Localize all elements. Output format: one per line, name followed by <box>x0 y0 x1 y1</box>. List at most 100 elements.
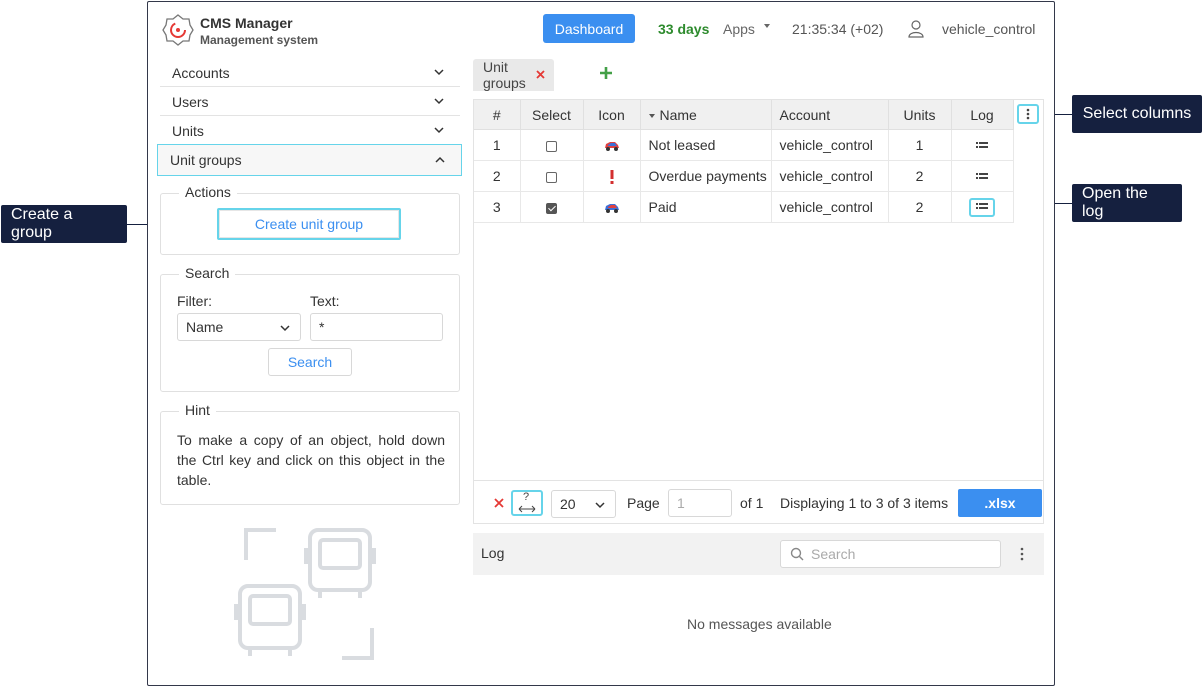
page-size-value: 20 <box>560 496 576 512</box>
actions-panel: Actions Create unit group <box>160 184 460 255</box>
col-header-log[interactable]: Log <box>951 100 1014 130</box>
chevron-down-icon <box>595 502 605 509</box>
unit-groups-table: # Select Icon Name Account Units Log 1 N… <box>473 99 1044 524</box>
caret-down-icon[interactable] <box>764 24 770 28</box>
page-size-select[interactable]: 20 <box>551 490 616 518</box>
cell-icon <box>583 191 641 223</box>
log-search-input[interactable]: Search <box>780 540 1001 568</box>
col-header-name-label: Name <box>659 106 697 123</box>
actions-legend: Actions <box>179 184 237 200</box>
fit-columns-button[interactable]: ? <box>511 490 543 516</box>
table-header-row: # Select Icon Name Account Units Log <box>474 100 1014 130</box>
search-icon <box>790 547 804 561</box>
cell-name: Paid <box>640 191 772 223</box>
callout-open-log: Open the log <box>1072 184 1182 222</box>
col-header-select[interactable]: Select <box>520 100 584 130</box>
select-columns-button[interactable] <box>1017 104 1039 124</box>
col-header-units[interactable]: Units <box>888 100 952 130</box>
search-panel: Search Filter: Text: Name * Search <box>160 265 460 392</box>
row-checkbox[interactable] <box>546 171 557 183</box>
cell-select[interactable] <box>520 129 584 161</box>
cell-number: 3 <box>474 191 521 223</box>
search-text-input[interactable]: * <box>310 313 443 341</box>
chevron-down-icon <box>434 69 444 76</box>
row-checkbox-checked[interactable] <box>546 202 557 214</box>
cell-select[interactable] <box>520 160 584 192</box>
chevron-down-icon <box>434 98 444 105</box>
cell-name: Overdue payments <box>640 160 772 192</box>
car-icon <box>604 142 619 152</box>
cell-log[interactable] <box>951 129 1014 161</box>
callout-create-group: Create a group <box>1 205 127 243</box>
callout-select-columns: Select columns <box>1072 95 1202 133</box>
filter-select[interactable]: Name <box>177 313 301 341</box>
table-row[interactable]: 1 Not leased vehicle_control 1 <box>474 129 1014 161</box>
fit-columns-question: ? <box>523 491 530 503</box>
arrows-horizontal-icon <box>518 505 536 513</box>
displaying-info: Displaying 1 to 3 of 3 items <box>780 495 949 511</box>
kebab-menu-icon <box>1026 108 1030 120</box>
nav-item-unit-groups[interactable]: Unit groups <box>157 144 462 176</box>
nav-item-units[interactable]: Units <box>160 117 460 145</box>
log-list-icon[interactable] <box>976 202 988 212</box>
cell-number: 1 <box>474 129 521 161</box>
log-title: Log <box>481 545 505 561</box>
nav-item-label: Unit groups <box>170 152 242 168</box>
sort-desc-icon <box>648 113 655 118</box>
cell-log[interactable] <box>951 160 1014 192</box>
kebab-menu-icon[interactable] <box>1016 546 1028 562</box>
days-remaining: 33 days <box>658 21 710 37</box>
app-window: CMS Manager Management system Dashboard … <box>147 1 1055 686</box>
table-row[interactable]: 3 Paid vehicle_control 2 <box>474 191 1014 223</box>
data-grid: # Select Icon Name Account Units Log 1 N… <box>474 100 1014 223</box>
cell-icon <box>583 160 641 192</box>
cell-units: 2 <box>888 160 952 192</box>
log-empty-message: No messages available <box>687 616 832 632</box>
search-button[interactable]: Search <box>268 348 352 376</box>
cell-icon <box>583 129 641 161</box>
create-unit-group-button[interactable]: Create unit group <box>217 208 401 240</box>
nav-item-label: Accounts <box>172 64 230 81</box>
filter-select-value: Name <box>186 319 224 335</box>
cell-number: 2 <box>474 160 521 192</box>
hint-panel: Hint To make a copy of an object, hold d… <box>160 402 460 505</box>
close-icon[interactable] <box>535 69 546 80</box>
nav-item-label: Units <box>172 122 204 139</box>
open-log-button[interactable] <box>969 197 995 217</box>
col-header-number[interactable]: # <box>474 100 521 130</box>
dashboard-button[interactable]: Dashboard <box>543 14 635 43</box>
cell-log[interactable] <box>951 191 1014 223</box>
chevron-down-icon <box>280 325 290 332</box>
log-list-icon[interactable] <box>976 141 988 151</box>
username[interactable]: vehicle_control <box>942 21 1035 37</box>
cell-account: vehicle_control <box>771 191 889 223</box>
row-checkbox[interactable] <box>546 140 557 152</box>
app-title: CMS Manager <box>200 15 293 31</box>
col-header-account[interactable]: Account <box>771 100 889 130</box>
log-list-icon[interactable] <box>976 172 988 182</box>
add-tab-icon[interactable] <box>598 65 614 81</box>
page-label: Page <box>627 495 660 511</box>
nav-item-users[interactable]: Users <box>160 88 460 116</box>
tab-unit-groups[interactable]: Unit groups <box>473 59 554 91</box>
apps-menu[interactable]: Apps <box>723 21 755 37</box>
search-legend: Search <box>179 265 236 281</box>
exclamation-icon <box>610 170 613 185</box>
table-row[interactable]: 2 Overdue payments vehicle_control 2 <box>474 160 1014 192</box>
export-xlsx-button[interactable]: .xlsx <box>958 489 1042 517</box>
hint-text: To make a copy of an object, hold down t… <box>177 432 445 488</box>
chevron-down-icon <box>434 127 444 134</box>
cell-select[interactable] <box>520 191 584 223</box>
chevron-up-icon <box>435 156 445 163</box>
app-subtitle: Management system <box>200 33 319 47</box>
log-search-placeholder: Search <box>811 546 856 562</box>
clear-selection-icon[interactable] <box>494 498 504 508</box>
nav-item-accounts[interactable]: Accounts <box>160 59 460 87</box>
col-header-name[interactable]: Name <box>640 100 772 130</box>
text-label: Text: <box>310 293 340 309</box>
cell-account: vehicle_control <box>771 129 889 161</box>
user-icon[interactable] <box>908 20 924 38</box>
col-header-icon[interactable]: Icon <box>583 100 641 130</box>
page-number-input[interactable]: 1 <box>668 489 732 517</box>
cell-name: Not leased <box>640 129 772 161</box>
